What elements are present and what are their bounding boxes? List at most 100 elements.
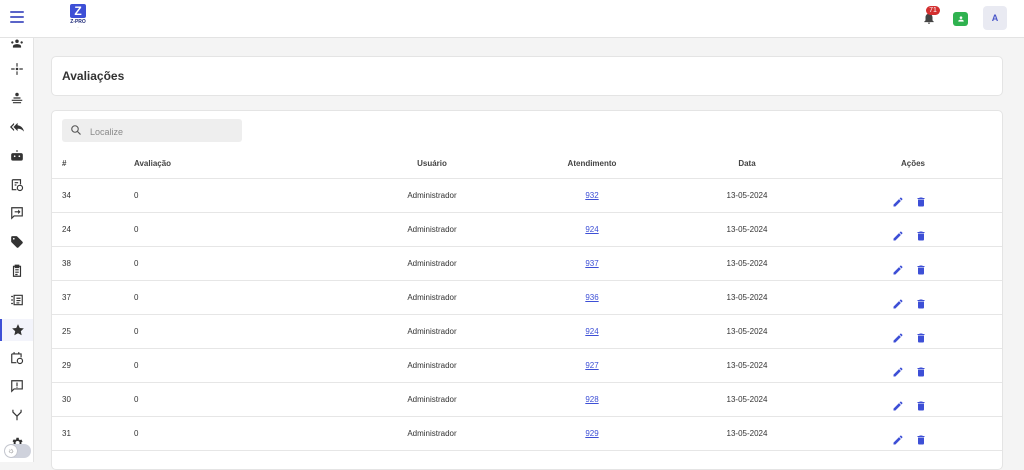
delete-icon[interactable] <box>915 393 927 411</box>
sidebar-item-schedules[interactable] <box>0 347 33 369</box>
bot-icon <box>11 150 23 161</box>
table-row: 24 0 Administrador 924 13-05-2024 <box>52 213 1002 247</box>
cell-data: 13-05-2024 <box>726 259 768 268</box>
cell-avaliacao: 0 <box>134 395 139 404</box>
user-status-button[interactable] <box>953 12 968 26</box>
row-actions <box>892 359 952 377</box>
cell-id: 37 <box>62 293 71 302</box>
sidebar-item-avaliacoes[interactable] <box>0 319 33 341</box>
edit-icon[interactable] <box>892 291 904 309</box>
delete-icon[interactable] <box>915 257 927 275</box>
atendimento-link[interactable]: 927 <box>585 361 598 370</box>
cell-avaliacao: 0 <box>134 259 139 268</box>
row-actions <box>892 325 952 343</box>
menu-icon[interactable] <box>10 11 24 23</box>
edit-icon[interactable] <box>892 189 904 207</box>
atendimento-link[interactable]: 924 <box>585 327 598 336</box>
avatar[interactable]: A <box>983 6 1007 30</box>
column-header-avaliacao[interactable]: Avaliação <box>134 155 171 173</box>
cell-atendimento: 937 <box>552 247 632 280</box>
cell-id: 31 <box>62 429 71 438</box>
cell-id: 29 <box>62 361 71 370</box>
cell-usuario: Administrador <box>407 361 457 370</box>
cell-id: 30 <box>62 395 71 404</box>
table-header: # Avaliação Usuário Atendimento Data Açõ… <box>52 155 1002 179</box>
atendimento-link[interactable]: 932 <box>585 191 598 200</box>
column-header-id[interactable]: # <box>62 155 66 173</box>
cell-atendimento: 924 <box>552 213 632 246</box>
cell-data: 13-05-2024 <box>726 361 768 370</box>
cell-id: 34 <box>62 191 71 200</box>
logo-mark: Z <box>70 4 86 18</box>
cell-avaliacao: 0 <box>134 191 139 200</box>
sidebar-item-reply-all[interactable] <box>0 116 33 138</box>
calendar-clock-icon <box>11 352 24 365</box>
delete-icon[interactable] <box>915 189 927 207</box>
cell-usuario: Administrador <box>407 327 457 336</box>
sidebar-item-alert-message[interactable] <box>0 375 33 397</box>
delete-icon[interactable] <box>915 291 927 309</box>
cell-avaliacao: 0 <box>134 327 139 336</box>
clipboard-icon <box>12 264 22 277</box>
sidebar-item-list[interactable] <box>0 289 33 311</box>
theme-toggle[interactable]: ☼ <box>4 444 31 458</box>
cell-usuario: Administrador <box>407 191 457 200</box>
edit-icon[interactable] <box>892 393 904 411</box>
reply-all-icon <box>10 122 24 132</box>
group-icon <box>11 39 23 48</box>
sidebar-item-clipboard[interactable] <box>0 260 33 282</box>
delete-icon[interactable] <box>915 359 927 377</box>
cell-usuario: Administrador <box>407 429 457 438</box>
sidebar-item-group[interactable] <box>0 38 33 54</box>
atendimento-link[interactable]: 924 <box>585 225 598 234</box>
cell-usuario: Administrador <box>407 293 457 302</box>
column-header-data[interactable]: Data <box>697 155 797 173</box>
delete-icon[interactable] <box>915 223 927 241</box>
atendimento-link[interactable]: 928 <box>585 395 598 404</box>
sidebar <box>0 38 34 462</box>
cell-data: 13-05-2024 <box>726 429 768 438</box>
search-box[interactable] <box>62 119 242 142</box>
row-actions <box>892 427 952 445</box>
cell-avaliacao: 0 <box>134 429 139 438</box>
atendimento-link[interactable]: 929 <box>585 429 598 438</box>
column-header-atendimento[interactable]: Atendimento <box>552 155 632 173</box>
sidebar-item-fork[interactable] <box>0 404 33 426</box>
edit-icon[interactable] <box>892 325 904 343</box>
cell-usuario: Administrador <box>407 395 457 404</box>
sidebar-item-bot[interactable] <box>0 145 33 167</box>
sun-icon: ☼ <box>5 445 17 457</box>
row-actions <box>892 189 952 207</box>
cell-data: 13-05-2024 <box>726 327 768 336</box>
app-logo[interactable]: Z Z-PRO ... <box>56 4 100 32</box>
row-actions <box>892 223 952 241</box>
cell-atendimento: 932 <box>552 179 632 212</box>
edit-icon[interactable] <box>892 223 904 241</box>
table-body: 34 0 Administrador 932 13-05-2024 24 0 A… <box>52 179 1002 451</box>
column-header-usuario[interactable]: Usuário <box>372 155 492 173</box>
sidebar-item-message-forward[interactable] <box>0 202 33 224</box>
edit-icon[interactable] <box>892 257 904 275</box>
delete-icon[interactable] <box>915 427 927 445</box>
table-row: 25 0 Administrador 924 13-05-2024 <box>52 315 1002 349</box>
sidebar-item-schedule-list[interactable] <box>0 174 33 196</box>
table-row: 34 0 Administrador 932 13-05-2024 <box>52 179 1002 213</box>
search-input[interactable] <box>88 122 242 141</box>
page-header-card: Avaliações <box>51 56 1003 96</box>
cell-data: 13-05-2024 <box>726 191 768 200</box>
notifications-badge: 71 <box>926 6 940 15</box>
sidebar-item-connections[interactable] <box>0 58 33 80</box>
edit-icon[interactable] <box>892 359 904 377</box>
sidebar-item-tags[interactable] <box>0 231 33 253</box>
sidebar-item-queues[interactable] <box>0 87 33 109</box>
cell-usuario: Administrador <box>407 259 457 268</box>
schedule-list-icon <box>11 179 24 192</box>
row-actions <box>892 291 952 309</box>
cell-avaliacao: 0 <box>134 225 139 234</box>
edit-icon[interactable] <box>892 427 904 445</box>
delete-icon[interactable] <box>915 325 927 343</box>
tag-icon <box>11 236 23 248</box>
atendimento-link[interactable]: 937 <box>585 259 598 268</box>
cell-data: 13-05-2024 <box>726 293 768 302</box>
atendimento-link[interactable]: 936 <box>585 293 598 302</box>
